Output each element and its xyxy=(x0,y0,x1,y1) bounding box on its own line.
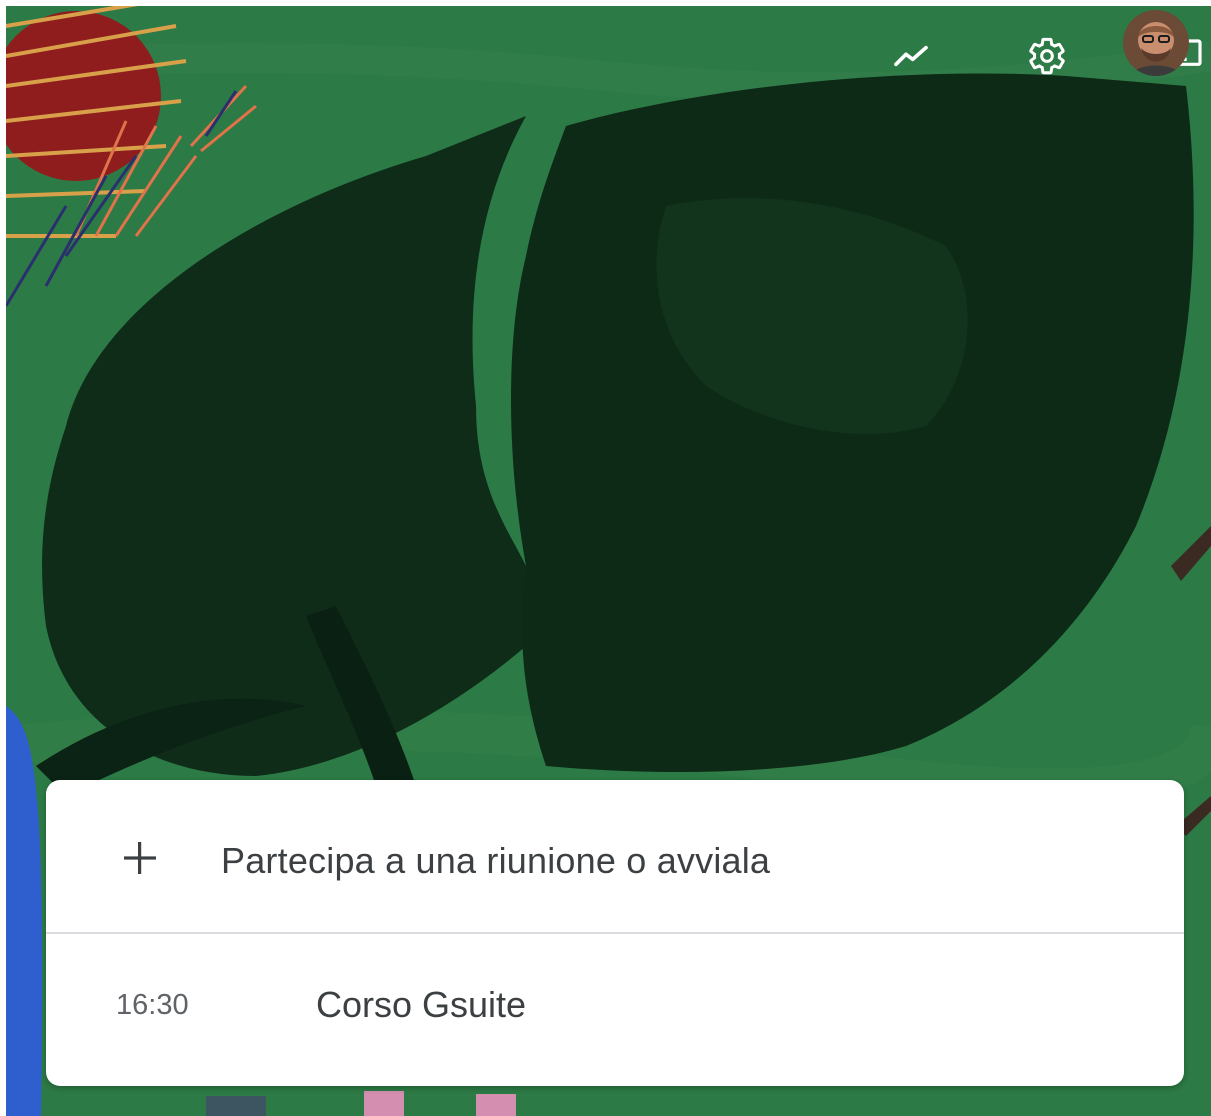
meet-home-screen: Partecipa a una riunione o avviala 16:30… xyxy=(6,6,1211,1116)
gear-icon-graphic xyxy=(1029,37,1065,75)
user-avatar[interactable] xyxy=(1123,10,1189,76)
trending-up-icon-graphic xyxy=(894,45,928,67)
trending-up-icon[interactable] xyxy=(887,32,935,80)
meeting-title: Corso Gsuite xyxy=(316,984,527,1025)
join-meeting-label: Partecipa a una riunione o avviala xyxy=(221,840,771,881)
meeting-list-item[interactable]: 16:30 Corso Gsuite xyxy=(46,934,1184,1086)
join-or-start-meeting-button[interactable]: Partecipa a una riunione o avviala xyxy=(46,780,1184,932)
avatar-photo xyxy=(1123,10,1189,76)
meeting-time: 16:30 xyxy=(116,989,189,1021)
meetings-card: Partecipa a una riunione o avviala 16:30… xyxy=(46,780,1184,1086)
plus-icon xyxy=(124,842,156,874)
settings-gear-icon[interactable] xyxy=(1023,32,1071,80)
